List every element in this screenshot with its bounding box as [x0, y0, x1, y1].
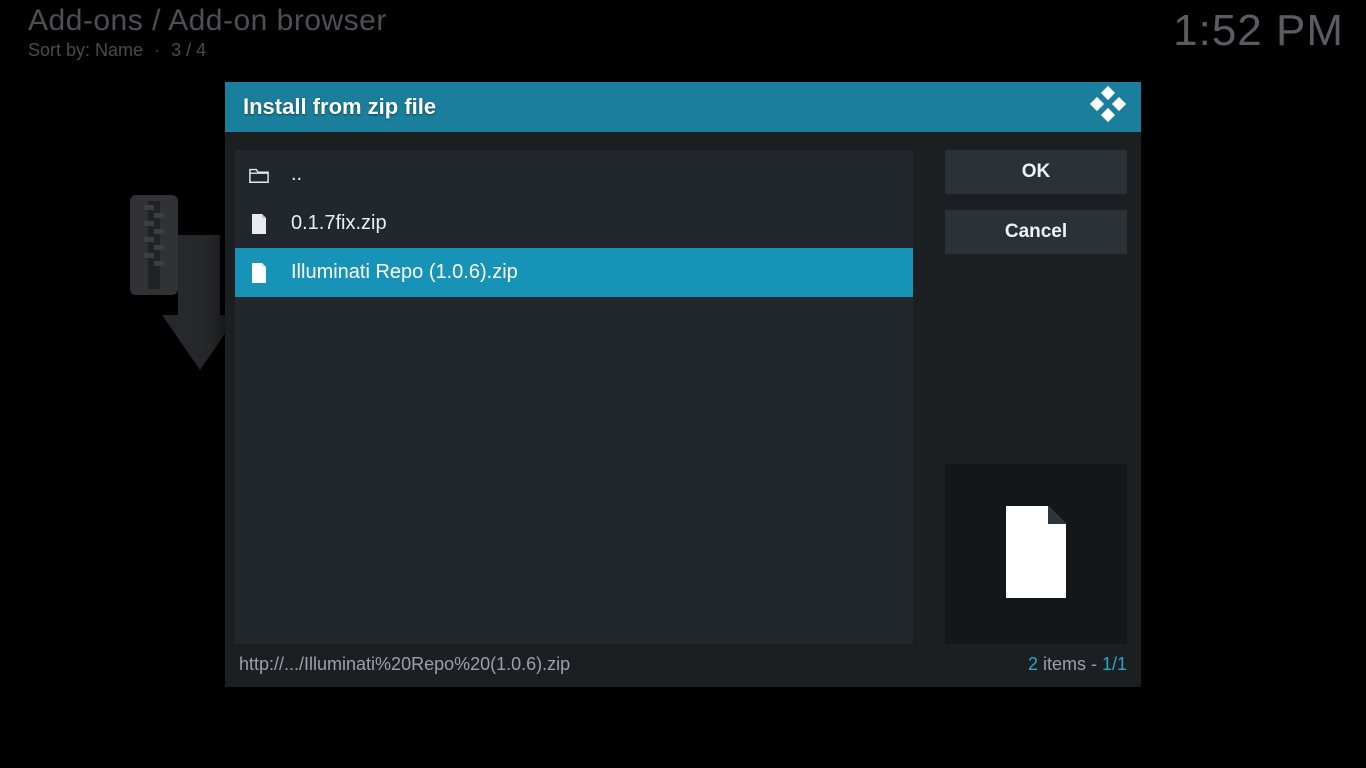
- folder-up-icon: [249, 166, 269, 184]
- file-icon: [249, 263, 269, 283]
- dialog-footer: http://.../Illuminati%20Repo%20(1.0.6).z…: [225, 654, 1141, 687]
- file-row[interactable]: 0.1.7fix.zip: [235, 199, 913, 248]
- file-preview-icon: [1004, 504, 1068, 605]
- footer-count-number: 2: [1028, 654, 1038, 674]
- footer-page: 1/1: [1102, 654, 1127, 674]
- ok-button[interactable]: OK: [945, 150, 1127, 194]
- dialog-title-text: Install from zip file: [243, 94, 436, 120]
- kodi-logo-icon: [1089, 85, 1127, 129]
- file-name: 0.1.7fix.zip: [291, 212, 387, 235]
- cancel-button[interactable]: Cancel: [945, 210, 1127, 254]
- footer-count: 2 items - 1/1: [1028, 654, 1127, 675]
- file-name: Illuminati Repo (1.0.6).zip: [291, 261, 518, 284]
- dialog-side-column: OK Cancel: [945, 150, 1127, 644]
- preview-tile: [945, 464, 1127, 644]
- footer-count-word: items -: [1038, 654, 1102, 674]
- file-row[interactable]: Illuminati Repo (1.0.6).zip: [235, 248, 913, 297]
- file-list[interactable]: .. 0.1.7fix.zip Illuminati Repo (1.0.6).…: [235, 150, 913, 644]
- footer-path: http://.../Illuminati%20Repo%20(1.0.6).z…: [239, 654, 1028, 675]
- file-icon: [249, 214, 269, 234]
- parent-folder-label: ..: [291, 163, 302, 186]
- dialog-titlebar: Install from zip file: [225, 82, 1141, 132]
- parent-folder-row[interactable]: ..: [235, 150, 913, 199]
- install-from-zip-dialog: Install from zip file: [225, 82, 1141, 687]
